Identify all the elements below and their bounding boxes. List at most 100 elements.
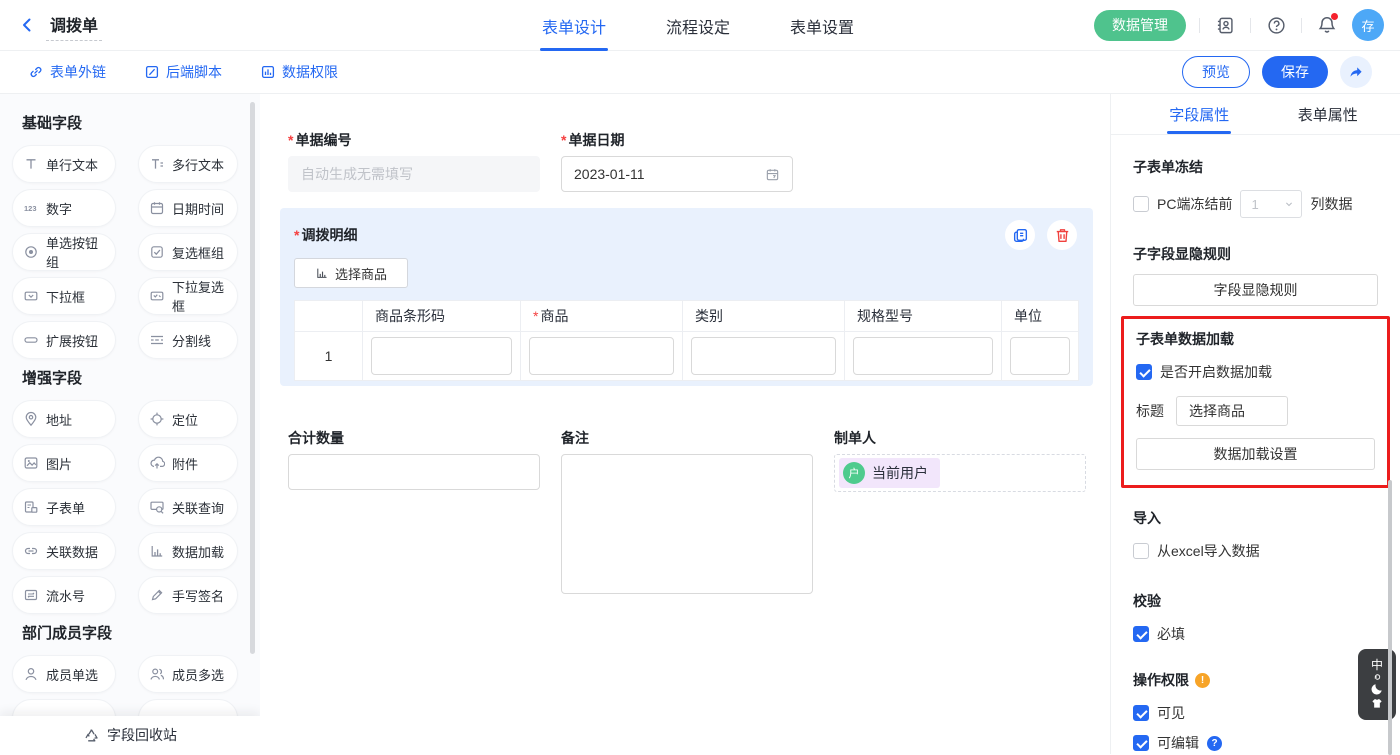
section-title-import: 导入 xyxy=(1133,508,1378,528)
field-palette-sidebar: 基础字段 单行文本 多行文本 数字 日期时间 单选按钮组 复选框组 下拉框 下拉… xyxy=(0,94,260,754)
cell-input-spec[interactable] xyxy=(853,337,993,375)
field-item-data-load[interactable]: 数据加载 xyxy=(138,532,238,570)
data-load-settings-button[interactable]: 数据加载设置 xyxy=(1136,438,1375,470)
divider xyxy=(1199,18,1200,33)
subform-detail-block[interactable]: 调拨明细 选择商品 xyxy=(280,208,1093,386)
field-item-datetime[interactable]: 日期时间 xyxy=(138,189,238,227)
page-title[interactable]: 调拨单 xyxy=(46,10,102,41)
help-button[interactable] xyxy=(1264,13,1288,37)
member-multi-icon xyxy=(149,666,165,682)
cell-input-category[interactable] xyxy=(691,337,836,375)
field-item-member-single[interactable]: 成员单选 xyxy=(12,655,116,693)
editable-checkbox[interactable] xyxy=(1133,735,1149,751)
field-item-extend-button[interactable]: 扩展按钮 xyxy=(12,321,116,359)
help-icon xyxy=(1267,16,1286,35)
data-load-checkbox[interactable] xyxy=(1136,364,1152,380)
freeze-columns-select[interactable]: 1 xyxy=(1240,190,1302,218)
field-item-select[interactable]: 下拉框 xyxy=(12,277,116,315)
single-line-text-icon xyxy=(23,156,39,172)
data-permission-link[interactable]: 数据权限 xyxy=(260,62,338,82)
language-toggle[interactable]: 中 xyxy=(1371,659,1383,672)
field-item-linked-query[interactable]: 关联查询 xyxy=(138,488,238,526)
freeze-option-row: PC端冻结前 1 列数据 xyxy=(1133,190,1378,218)
sidebar-sections: 基础字段 单行文本 多行文本 数字 日期时间 单选按钮组 复选框组 下拉框 下拉… xyxy=(0,112,260,741)
sidebar-section-title: 增强字段 xyxy=(22,367,260,388)
field-item-label: 单选按钮组 xyxy=(46,233,105,271)
field-item-multi-line-text[interactable]: 多行文本 xyxy=(138,145,238,183)
total-input[interactable] xyxy=(288,454,540,490)
sidebar-scrollbar[interactable] xyxy=(250,102,255,654)
field-item-divider[interactable]: 分割线 xyxy=(138,321,238,359)
back-button[interactable] xyxy=(16,14,38,36)
creator-field[interactable]: 户 当前用户 xyxy=(834,454,1086,492)
excel-import-label: 从excel导入数据 xyxy=(1157,541,1260,561)
tab-form-properties[interactable]: 表单属性 xyxy=(1264,94,1393,134)
divider xyxy=(1250,18,1251,33)
doc-no-input[interactable]: 自动生成无需填写 xyxy=(288,156,540,192)
field-item-signature[interactable]: 手写签名 xyxy=(138,576,238,614)
notification-button[interactable] xyxy=(1315,13,1339,37)
tab-form-design[interactable]: 表单设计 xyxy=(540,0,608,51)
perm-visible-row: 可见 xyxy=(1133,703,1378,723)
tab-flow-setting[interactable]: 流程设定 xyxy=(664,0,732,51)
field-item-linked-data[interactable]: 关联数据 xyxy=(12,532,116,570)
field-item-label: 子表单 xyxy=(46,498,85,517)
table-row: 1 xyxy=(295,332,1079,381)
warning-info-icon[interactable]: ! xyxy=(1195,673,1210,688)
freeze-checkbox[interactable] xyxy=(1133,196,1149,212)
form-external-link[interactable]: 表单外链 xyxy=(28,62,106,82)
page-scrollbar[interactable] xyxy=(1388,480,1392,755)
field-item-checkbox-group[interactable]: 复选框组 xyxy=(138,233,238,271)
field-item-image[interactable]: 图片 xyxy=(12,444,116,482)
field-item-label: 关联查询 xyxy=(172,498,224,517)
detail-table-head-row: 商品条形码商品类别规格型号单位 xyxy=(295,301,1079,332)
share-button[interactable] xyxy=(1340,56,1372,88)
field-item-locate[interactable]: 定位 xyxy=(138,400,238,438)
excel-import-checkbox[interactable] xyxy=(1133,543,1149,559)
preview-button[interactable]: 预览 xyxy=(1182,56,1250,88)
current-user-tag: 户 当前用户 xyxy=(839,458,940,488)
field-item-address[interactable]: 地址 xyxy=(12,400,116,438)
field-item-attachment[interactable]: 附件 xyxy=(138,444,238,482)
visible-checkbox[interactable] xyxy=(1133,705,1149,721)
data-manage-button[interactable]: 数据管理 xyxy=(1094,10,1186,41)
doc-date-input[interactable]: 2023-01-11 xyxy=(561,156,793,192)
cell-input-unit[interactable] xyxy=(1010,337,1070,375)
required-checkbox[interactable] xyxy=(1133,626,1149,642)
field-item-radio-group[interactable]: 单选按钮组 xyxy=(12,233,116,271)
visibility-rule-button[interactable]: 字段显隐规则 xyxy=(1133,274,1378,306)
section-title-freeze: 子表单冻结 xyxy=(1133,157,1378,177)
field-item-multi-select[interactable]: 下拉复选框 xyxy=(138,277,238,315)
shirt-icon[interactable] xyxy=(1370,697,1384,710)
user-icon: 户 xyxy=(843,462,865,484)
delete-button[interactable] xyxy=(1047,220,1077,250)
field-item-member-multi[interactable]: 成员多选 xyxy=(138,655,238,693)
avatar[interactable]: 存 xyxy=(1352,9,1384,41)
cell-input-product[interactable] xyxy=(529,337,674,375)
question-help-icon[interactable]: ? xyxy=(1207,736,1222,751)
remark-textarea[interactable] xyxy=(561,454,813,594)
field-item-number[interactable]: 数字 xyxy=(12,189,116,227)
pick-product-button[interactable]: 选择商品 xyxy=(294,258,408,288)
address-book-button[interactable] xyxy=(1213,13,1237,37)
field-item-serial-number[interactable]: 流水号 xyxy=(12,576,116,614)
datetime-icon xyxy=(149,200,165,216)
backend-script-link[interactable]: 后端脚本 xyxy=(144,62,222,82)
cell-input-barcode[interactable] xyxy=(371,337,512,375)
required-label: 必填 xyxy=(1157,624,1185,644)
form-canvas[interactable]: 单据编号 自动生成无需填写 单据日期 2023-01-11 调拨明细 xyxy=(260,94,1110,754)
title-input[interactable]: 选择商品 xyxy=(1176,396,1288,426)
duplicate-button[interactable] xyxy=(1005,220,1035,250)
linked-data-icon xyxy=(23,543,39,559)
field-item-subform[interactable]: 子表单 xyxy=(12,488,116,526)
field-recycle-bin[interactable]: 字段回收站 xyxy=(0,716,260,754)
save-button[interactable]: 保存 xyxy=(1262,56,1328,88)
field-item-label: 分割线 xyxy=(172,331,211,350)
notification-dot xyxy=(1331,13,1338,20)
tab-form-setting[interactable]: 表单设置 xyxy=(788,0,856,51)
multi-line-text-icon xyxy=(149,156,165,172)
tab-field-properties[interactable]: 字段属性 xyxy=(1135,94,1264,134)
field-item-single-line-text[interactable]: 单行文本 xyxy=(12,145,116,183)
field-item-label: 成员单选 xyxy=(46,665,98,684)
moon-icon[interactable] xyxy=(1370,682,1384,696)
